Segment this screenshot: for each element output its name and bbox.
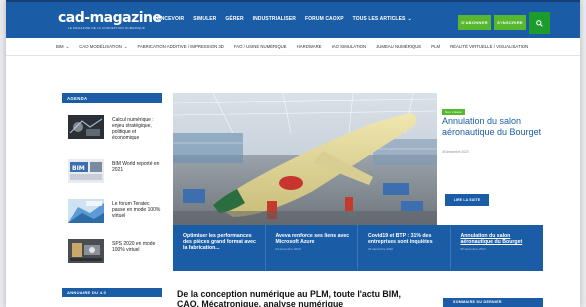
chevron-down-icon: ⌄ [123,43,128,49]
nav-item-simuler[interactable]: SIMULER [193,16,216,22]
strip-article-date: 04 décembre 2020 [368,247,394,252]
read-more-button[interactable]: LIRE LA SUITE [445,194,489,206]
strip-article[interactable]: Aveva renforce ses liens avec Microsoft … [266,225,358,271]
subscribe-button[interactable]: S'ABONNER [458,15,491,30]
category-nav: BIM ⌄ CAO MODÉLISATION ⌄ FABRICATION ADDIT… [6,38,580,56]
agenda-item[interactable]: Le forum Teratec passe en mode 100% virt… [68,199,160,233]
agenda-sidebar: AGENDA Calcul numérique : enjeu stratégi… [62,93,162,273]
category-plm[interactable]: PLM [431,44,440,49]
latest-articles-strip: Optimiser les performances des pièces gr… [173,225,543,271]
annuaire-box [62,297,162,307]
featured-article: Non classé Annulation du salon aéronauti… [173,93,543,225]
nav-item-industrialiser[interactable]: INDUSTRIALISER [253,16,296,22]
agenda-item[interactable]: BIM BIM World reporté en 2021 [68,159,160,193]
category-cao[interactable]: CAO MODÉLISATION ⌄ [79,44,127,50]
logo-tagline: LE MAGAZINE DE LA CONCEPTION NUMERIQUE [68,26,146,30]
sommaire-heading: SOMMAIRE DU DERNIER [443,298,543,307]
agenda-item-title: Calcul numérique : enjeu stratégique, po… [112,117,154,141]
svg-text:BIM: BIM [72,165,85,172]
agenda-item-title: Le forum Teratec passe en mode 100% virt… [112,201,161,219]
category-iao[interactable]: IAO SIMULATION [332,44,367,49]
agenda-thumbnail: BIM [68,159,104,183]
annuaire-heading: ANNUAIRE DU 4.0 [62,288,162,297]
agenda-heading: AGENDA [62,93,162,103]
logo-text: cad-magazine [58,10,162,26]
agenda-item[interactable]: Calcul numérique : enjeu stratégique, po… [68,115,160,149]
strip-article-date: 05 décembre 2020 [460,247,486,252]
strip-article-title: Aveva renforce ses liens avec Microsoft … [275,233,350,246]
nav-item-forum[interactable]: FORUM CAOXP [305,16,344,22]
category-jumeau[interactable]: JUMEAU NUMÉRIQUE [376,44,421,49]
category-bim[interactable]: BIM ⌄ [56,44,69,50]
nav-item-concevoir[interactable]: CONCEVOIR [153,16,184,22]
featured-article-title[interactable]: Annulation du salon aéronautique du Bour… [442,116,542,137]
category-realite-virtuelle[interactable]: RÉALITÉ VIRTUELLE / VISUALISATION [450,44,528,49]
search-button[interactable] [529,12,550,34]
category-hardware[interactable]: HARDWARE [297,44,322,49]
agenda-thumbnail [68,115,104,139]
strip-article-title: Covid19 et BTP : 31% des entreprises son… [368,233,433,246]
nav-all-articles-label: TOUS LES ARTICLES [352,16,406,22]
agenda-thumbnail [68,239,104,263]
nav-item-all-articles[interactable]: TOUS LES ARTICLES ⌄ [353,16,412,22]
strip-article[interactable]: Covid19 et BTP : 31% des entreprises son… [358,225,451,271]
chevron-down-icon: ⌄ [65,43,70,49]
agenda-thumbnail [68,199,104,223]
category-fao[interactable]: FAO / USINE NUMÉRIQUE [234,44,287,49]
category-fabrication-additive[interactable]: FABRICATION ADDITIVE / IMPRESSION 3D [138,44,224,49]
signin-button[interactable]: S'INSCRIRE [494,15,526,30]
nav-item-gerer[interactable]: GÉRER [225,16,243,22]
category-label: BIM [56,43,64,49]
site-logo[interactable]: cad-magazine LE MAGAZINE DE LA CONCEPTIO… [58,11,162,31]
strip-article-date: 04 décembre 2020 [275,247,301,252]
category-badge[interactable]: Non classé [442,109,465,115]
strip-article-title: Optimiser les performances des pièces gr… [183,233,256,252]
featured-article-panel: Non classé Annulation du salon aéronauti… [437,93,543,225]
site-header: cad-magazine LE MAGAZINE DE LA CONCEPTIO… [6,0,580,38]
featured-article-date: 05 décembre 2020 [442,150,469,154]
featured-image-airplane-hangar[interactable] [173,93,437,225]
search-icon [536,19,543,27]
agenda-item-title: SPS 2020 en mode 100% virtuel [112,241,156,253]
agenda-item[interactable]: SPS 2020 en mode 100% virtuel [68,239,160,273]
main-nav: CONCEVOIR SIMULER GÉRER INDUSTRIALISER F… [153,16,412,22]
strip-article-title: Annulation du salon aéronautique du Bour… [460,233,523,246]
browser-page: cad-magazine LE MAGAZINE DE LA CONCEPTIO… [6,0,580,307]
page-headline: De la conception numérique au PLM, toute… [177,289,401,307]
category-label: CAO MODÉLISATION [79,43,122,49]
agenda-item-title: BIM World reporté en 2021 [112,161,160,173]
strip-article[interactable]: Optimiser les performances des pièces gr… [173,225,266,271]
strip-article-active[interactable]: Annulation du salon aéronautique du Bour… [451,225,544,271]
chevron-down-icon: ⌄ [407,16,412,22]
